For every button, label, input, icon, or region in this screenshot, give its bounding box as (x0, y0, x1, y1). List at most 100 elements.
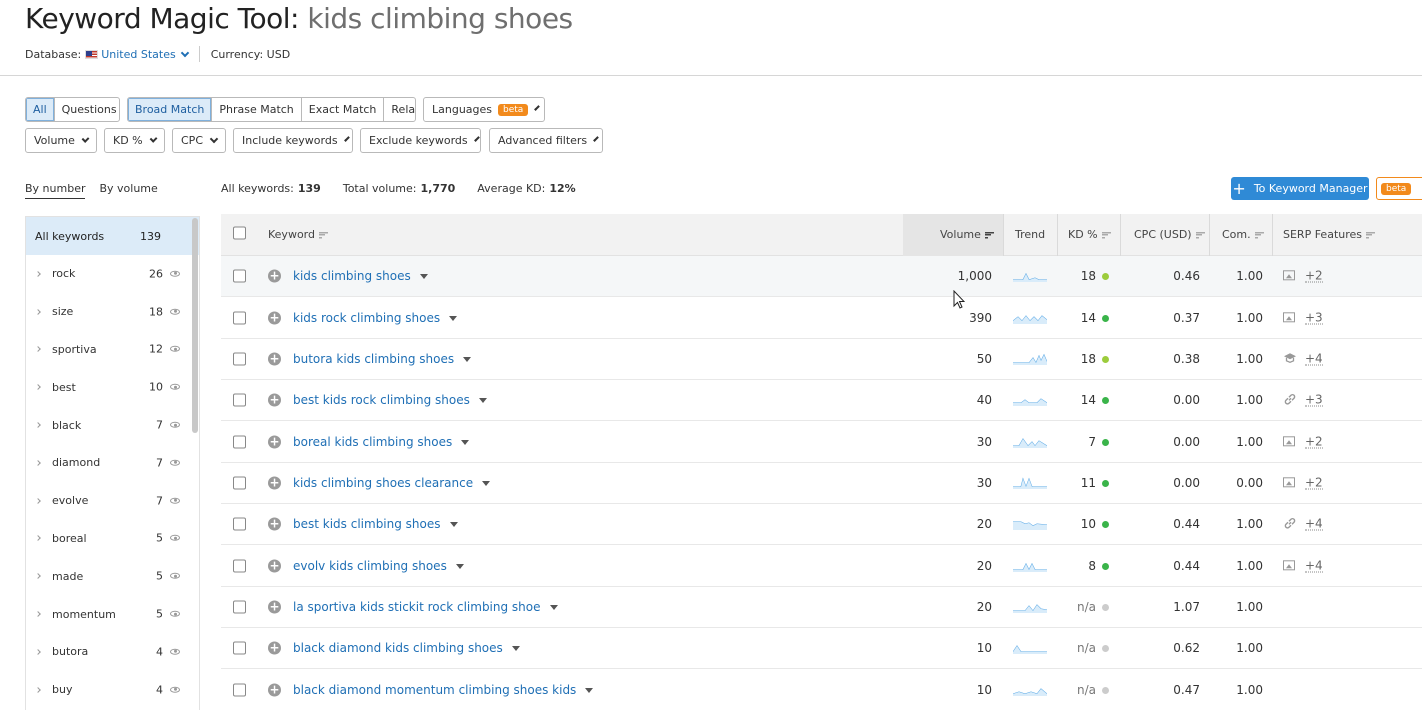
keyword-link[interactable]: kids climbing shoes clearance (293, 476, 491, 490)
kd-filter[interactable]: KD % (104, 128, 165, 153)
header-keyword[interactable]: Keyword (268, 214, 328, 256)
row-checkbox[interactable] (233, 435, 246, 449)
keyword-link[interactable]: butora kids climbing shoes (293, 352, 472, 366)
caret-down-icon[interactable] (463, 356, 472, 362)
header-volume[interactable]: Volume (940, 214, 994, 256)
row-checkbox[interactable] (233, 641, 246, 655)
caret-down-icon[interactable] (482, 480, 491, 486)
row-checkbox[interactable] (233, 559, 246, 573)
keyword-link[interactable]: evolv kids climbing shoes (293, 559, 464, 573)
caret-down-icon[interactable] (419, 274, 428, 280)
keyword-link[interactable]: black diamond kids climbing shoes (293, 641, 520, 655)
row-checkbox[interactable] (233, 476, 246, 490)
sidebar-item-buy[interactable]: buy 4 (26, 671, 199, 709)
tab-exact-match[interactable]: Exact Match (302, 98, 385, 121)
languages-dropdown[interactable]: Languages beta (423, 97, 545, 122)
eye-icon[interactable] (170, 383, 180, 390)
keyword-link[interactable]: black diamond momentum climbing shoes ki… (293, 683, 594, 697)
sidebar-item-diamond[interactable]: diamond 7 (26, 444, 199, 482)
sidebar-item-made[interactable]: made 5 (26, 557, 199, 595)
table-row[interactable]: + best kids rock climbing shoes 40 14 0.00 1.… (221, 380, 1422, 422)
table-row[interactable]: + butora kids climbing shoes 50 18 0.38 1.00 +… (221, 339, 1422, 381)
caret-down-icon[interactable] (449, 522, 458, 528)
eye-icon[interactable] (170, 610, 180, 617)
keyword-link[interactable]: boreal kids climbing shoes (293, 435, 470, 449)
sidebar-item-rock[interactable]: rock 26 (26, 255, 199, 293)
add-to-list-icon[interactable]: + (268, 517, 281, 531)
advanced-filters[interactable]: Advanced filters (489, 128, 603, 153)
eye-icon[interactable] (170, 421, 180, 428)
table-row[interactable]: + evolv kids climbing shoes 20 8 0.44 1.00 +4 (221, 545, 1422, 587)
eye-icon[interactable] (170, 572, 180, 579)
add-to-list-icon[interactable]: + (268, 352, 281, 366)
table-row[interactable]: + best kids climbing shoes 20 10 0.44 1.00 +4 (221, 504, 1422, 546)
volume-filter[interactable]: Volume (25, 128, 97, 153)
add-to-list-icon[interactable]: + (268, 435, 281, 449)
database-selector[interactable]: United States (101, 48, 176, 61)
table-row[interactable]: + kids climbing shoes 1,000 18 0.46 1.00 +2 (221, 256, 1422, 298)
keyword-link[interactable]: best kids rock climbing shoes (293, 393, 487, 407)
serp-more-count[interactable]: +4 (1305, 518, 1323, 531)
add-to-list-icon[interactable]: + (268, 559, 281, 573)
sidebar-item-evolve[interactable]: evolve 7 (26, 482, 199, 520)
tab-broad-match[interactable]: Broad Match (128, 98, 213, 121)
row-checkbox[interactable] (233, 352, 246, 366)
row-checkbox[interactable] (233, 683, 246, 697)
keyword-link[interactable]: best kids climbing shoes (293, 517, 458, 531)
table-row[interactable]: + kids rock climbing shoes 390 14 0.37 1.00 +3 (221, 297, 1422, 339)
table-row[interactable]: + black diamond kids climbing shoes 10 n/a 0… (221, 628, 1422, 670)
serp-more-count[interactable]: +2 (1305, 476, 1323, 490)
eye-icon[interactable] (170, 459, 180, 466)
caret-down-icon[interactable] (461, 439, 470, 445)
serp-more-count[interactable]: +4 (1305, 352, 1323, 366)
sidebar-item-best[interactable]: best 10 (26, 368, 199, 406)
row-checkbox[interactable] (233, 311, 246, 325)
table-row[interactable]: + boreal kids climbing shoes 30 7 0.00 1.00 +2 (221, 421, 1422, 463)
sidebar-item-black[interactable]: black 7 (26, 406, 199, 444)
header-com[interactable]: Com. (1222, 214, 1264, 256)
serp-more-count[interactable]: +4 (1305, 559, 1323, 573)
chevron-right-icon[interactable] (35, 384, 41, 391)
sidebar-item-sportiva[interactable]: sportiva 12 (26, 331, 199, 369)
add-to-list-icon[interactable]: + (268, 641, 281, 655)
add-to-list-icon[interactable]: + (268, 393, 281, 407)
tab-phrase-match[interactable]: Phrase Match (212, 98, 302, 121)
chevron-right-icon[interactable] (35, 497, 41, 504)
add-to-list-icon[interactable]: + (268, 600, 281, 614)
add-to-list-icon[interactable]: + (268, 683, 281, 697)
tab-by-number[interactable]: By number (25, 182, 86, 199)
tab-all[interactable]: All (26, 98, 55, 121)
beta-feature-button[interactable]: beta (1376, 177, 1422, 200)
sidebar-item-boreal[interactable]: boreal 5 (26, 520, 199, 558)
tab-questions[interactable]: Questions (55, 98, 119, 121)
keyword-link[interactable]: la sportiva kids stickit rock climbing s… (293, 600, 558, 614)
caret-down-icon[interactable] (478, 398, 487, 404)
serp-more-count[interactable]: +3 (1305, 311, 1323, 325)
chevron-right-icon[interactable] (35, 611, 41, 617)
caret-down-icon[interactable] (549, 604, 558, 610)
chevron-down-icon[interactable] (180, 48, 189, 57)
eye-icon[interactable] (170, 308, 180, 315)
serp-more-count[interactable]: +3 (1305, 394, 1323, 407)
exclude-keywords-filter[interactable]: Exclude keywords (360, 128, 481, 153)
eye-icon[interactable] (170, 686, 180, 693)
sidebar-item-butora[interactable]: butora 4 (26, 633, 199, 671)
table-row[interactable]: + black diamond momentum climbing shoes k… (221, 669, 1422, 710)
eye-icon[interactable] (170, 346, 180, 353)
row-checkbox[interactable] (233, 517, 246, 531)
chevron-right-icon[interactable] (35, 573, 41, 580)
add-to-list-icon[interactable]: + (268, 476, 281, 490)
chevron-right-icon[interactable] (35, 271, 41, 277)
chevron-right-icon[interactable] (35, 686, 41, 693)
table-row[interactable]: + la sportiva kids stickit rock climbing … (221, 587, 1422, 629)
chevron-right-icon[interactable] (35, 460, 41, 466)
to-keyword-manager-button[interactable]: + To Keyword Manager (1231, 177, 1369, 200)
table-row[interactable]: + kids climbing shoes clearance 30 11 0.00 0.… (221, 463, 1422, 505)
keyword-link[interactable]: kids climbing shoes (293, 269, 428, 283)
chevron-right-icon[interactable] (35, 535, 41, 542)
sidebar-scrollbar[interactable] (192, 218, 198, 433)
chevron-right-icon[interactable] (35, 308, 41, 315)
row-checkbox[interactable] (233, 393, 246, 407)
serp-more-count[interactable]: +2 (1305, 270, 1323, 283)
add-to-list-icon[interactable]: + (268, 269, 281, 283)
